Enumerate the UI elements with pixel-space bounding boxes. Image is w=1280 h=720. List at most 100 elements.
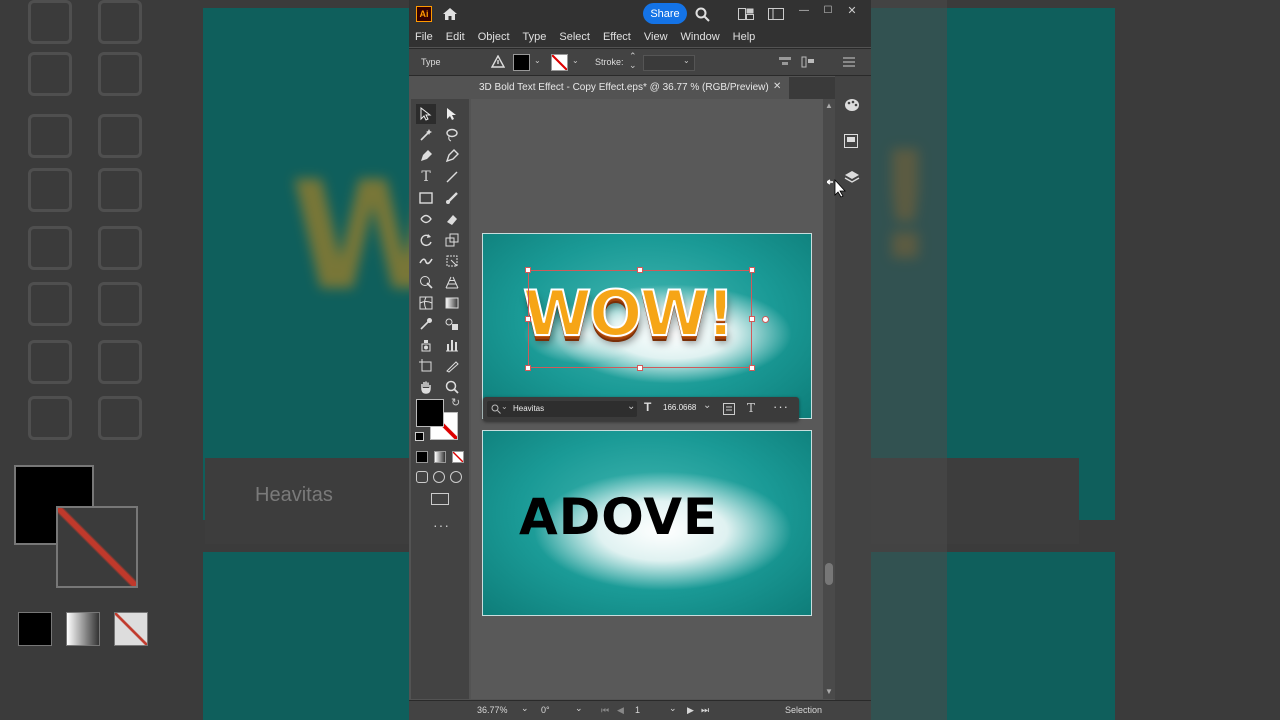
eyedropper-tool-icon[interactable] — [416, 314, 436, 334]
line-tool-icon[interactable] — [442, 167, 462, 187]
align-icon[interactable] — [779, 57, 791, 68]
artboard-number[interactable]: 1 — [635, 705, 640, 715]
menu-type[interactable]: Type — [523, 31, 547, 43]
magic-wand-tool-icon[interactable] — [416, 125, 436, 145]
menu-file[interactable]: File — [415, 31, 433, 43]
canvas-area[interactable]: WOW! ⌄ Heavitas ⌄ T 166.0668 ⌄ T ··· ADO… — [471, 99, 823, 699]
panel-menu-icon[interactable] — [843, 57, 855, 67]
hand-tool-icon[interactable] — [416, 377, 436, 397]
color-palette-icon[interactable] — [844, 98, 860, 112]
search-button[interactable] — [693, 5, 711, 23]
selection-tool-icon[interactable] — [416, 104, 436, 124]
font-family-field[interactable]: ⌄ Heavitas ⌄ — [487, 401, 637, 417]
shape-builder-tool-icon[interactable] — [416, 272, 436, 292]
next-artboard-icon[interactable]: ▶ — [687, 705, 694, 716]
first-artboard-icon[interactable]: ⏮ — [601, 705, 609, 716]
rotation-value[interactable]: 0° — [541, 705, 550, 715]
selection-handle-n[interactable] — [637, 267, 643, 273]
draw-inside-icon[interactable] — [450, 471, 462, 483]
adove-text[interactable]: ADOVE — [519, 489, 779, 545]
workspace-button[interactable] — [767, 6, 785, 22]
mesh-tool-icon[interactable] — [416, 293, 436, 313]
menu-select[interactable]: Select — [559, 31, 590, 43]
width-tool-icon[interactable] — [416, 251, 436, 271]
minimize-button[interactable]: — — [795, 2, 813, 18]
slice-tool-icon[interactable] — [442, 356, 462, 376]
menu-window[interactable]: Window — [681, 31, 720, 43]
menu-edit[interactable]: Edit — [446, 31, 465, 43]
more-options-icon[interactable]: ··· — [773, 399, 789, 414]
gradient-tool-icon[interactable] — [442, 293, 462, 313]
stroke-dropdown-chevron-icon[interactable]: ⌄ — [572, 56, 579, 65]
menu-view[interactable]: View — [644, 31, 668, 43]
artboard-1[interactable]: WOW! — [482, 233, 812, 419]
character-options-icon[interactable]: T — [747, 401, 755, 415]
menu-effect[interactable]: Effect — [603, 31, 631, 43]
artboard-chevron-icon[interactable]: ⌄ — [669, 703, 677, 714]
selection-handle-w[interactable] — [525, 316, 531, 322]
home-button[interactable] — [441, 5, 459, 23]
screen-mode-icon[interactable] — [431, 493, 449, 505]
prev-artboard-icon[interactable]: ◀ — [617, 705, 624, 716]
scale-tool-icon[interactable] — [442, 230, 462, 250]
properties-icon[interactable] — [844, 134, 858, 148]
font-family-chevron-icon[interactable]: ⌄ — [627, 401, 635, 412]
blend-tool-icon[interactable] — [442, 314, 462, 334]
free-transform-tool-icon[interactable] — [442, 251, 462, 271]
paragraph-icon[interactable] — [723, 403, 735, 415]
rotation-chevron-icon[interactable]: ⌄ — [575, 703, 583, 714]
pen-tool-icon[interactable] — [416, 146, 436, 166]
maximize-button[interactable]: ☐ — [819, 2, 837, 18]
zoom-tool-icon[interactable] — [442, 377, 462, 397]
share-button[interactable]: Share — [643, 3, 687, 24]
stroke-color-swatch[interactable] — [551, 54, 568, 71]
paintbrush-tool-icon[interactable] — [442, 188, 462, 208]
draw-normal-icon[interactable] — [416, 471, 428, 483]
selection-handle-nw[interactable] — [525, 267, 531, 273]
menu-object[interactable]: Object — [478, 31, 510, 43]
zoom-level[interactable]: 36.77% — [477, 705, 508, 715]
scroll-thumb[interactable] — [825, 563, 833, 585]
artboard-2[interactable]: ADOVE — [482, 430, 812, 616]
eraser-tool-icon[interactable] — [442, 209, 462, 229]
warning-icon[interactable] — [491, 55, 505, 68]
scroll-up-icon[interactable]: ▲ — [825, 101, 833, 110]
column-graph-tool-icon[interactable] — [442, 335, 462, 355]
default-fill-stroke-icon[interactable] — [415, 432, 424, 441]
fill-dropdown-chevron-icon[interactable]: ⌄ — [534, 56, 541, 65]
selection-handle-se[interactable] — [749, 365, 755, 371]
fill-color-swatch[interactable] — [513, 54, 530, 71]
rectangle-tool-icon[interactable] — [416, 188, 436, 208]
last-artboard-icon[interactable]: ⏭ — [701, 705, 709, 716]
fill-swatch[interactable] — [416, 399, 444, 427]
close-window-button[interactable]: ✕ — [843, 2, 861, 18]
shaper-tool-icon[interactable] — [416, 209, 436, 229]
gradient-mode-icon[interactable] — [434, 451, 446, 463]
font-size-chevron-icon[interactable]: ⌄ — [703, 400, 711, 411]
lasso-tool-icon[interactable] — [442, 125, 462, 145]
none-mode-icon[interactable] — [452, 451, 464, 463]
edit-toolbar-icon[interactable]: ··· — [433, 517, 450, 533]
curvature-tool-icon[interactable] — [442, 146, 462, 166]
color-mode-icon[interactable] — [416, 451, 428, 463]
scroll-down-icon[interactable]: ▼ — [825, 687, 833, 696]
document-tab[interactable]: 3D Bold Text Effect - Copy Effect.eps* @… — [471, 77, 789, 99]
text-overflow-handle[interactable] — [762, 316, 769, 323]
direct-selection-tool-icon[interactable] — [442, 104, 462, 124]
stroke-weight-chevron-icon[interactable]: ⌄ — [683, 56, 690, 65]
swap-fill-stroke-icon[interactable]: ↻ — [451, 396, 460, 409]
selection-handle-s[interactable] — [637, 365, 643, 371]
menu-help[interactable]: Help — [733, 31, 756, 43]
symbol-sprayer-tool-icon[interactable] — [416, 335, 436, 355]
perspective-grid-tool-icon[interactable] — [442, 272, 462, 292]
font-size-value[interactable]: 166.0668 — [663, 403, 696, 412]
draw-behind-icon[interactable] — [433, 471, 445, 483]
selection-handle-ne[interactable] — [749, 267, 755, 273]
selection-handle-e[interactable] — [749, 316, 755, 322]
selection-handle-sw[interactable] — [525, 365, 531, 371]
document-tab-close-icon[interactable]: ✕ — [773, 81, 781, 92]
stroke-stepper-icon[interactable]: ⌃ ⌄ — [629, 52, 637, 70]
artboard-tool-icon[interactable] — [416, 356, 436, 376]
transform-icon[interactable] — [801, 56, 815, 68]
type-tool-icon[interactable]: T — [416, 167, 436, 187]
